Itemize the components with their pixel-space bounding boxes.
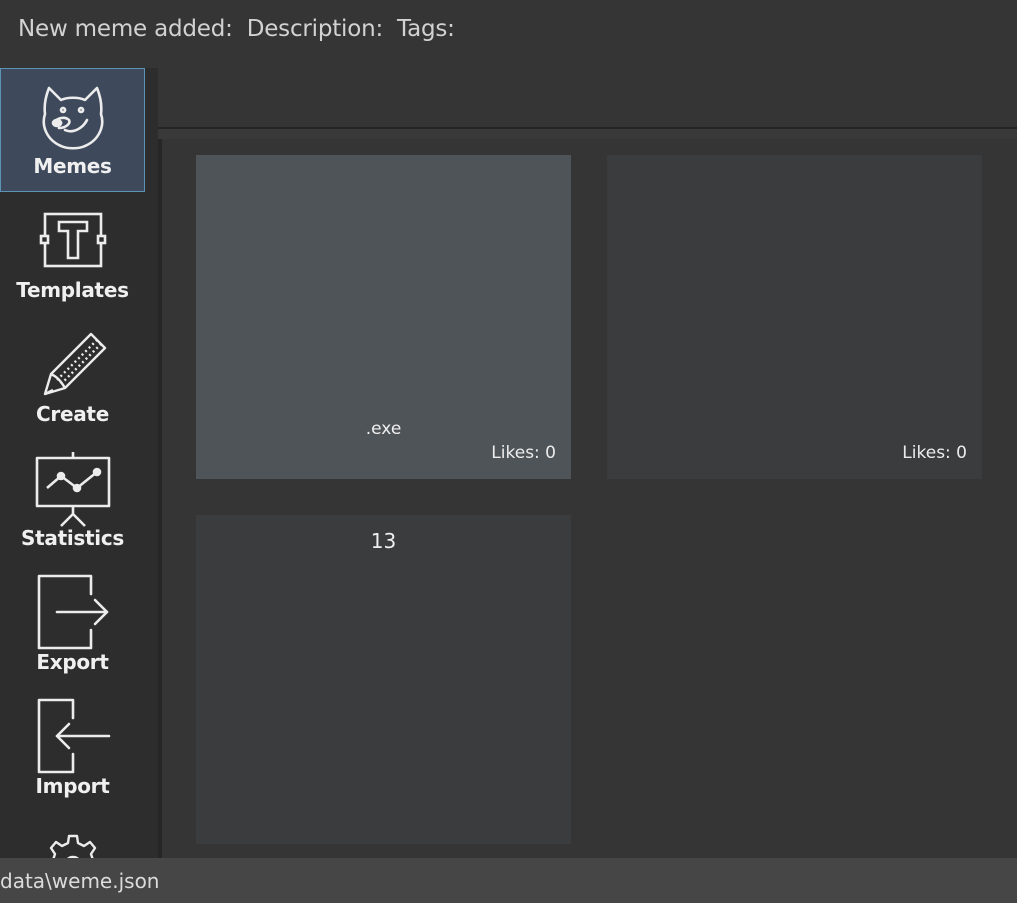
meme-card[interactable]: .exe Likes: 0 xyxy=(196,155,571,479)
tags-label: Tags: xyxy=(397,16,455,42)
sidebar-item-memes[interactable]: Memes xyxy=(0,68,145,192)
sidebar-item-create[interactable]: Create xyxy=(0,316,145,440)
pencil-icon xyxy=(33,324,113,404)
sidebar-item-export[interactable]: Export xyxy=(0,564,145,688)
text-template-icon xyxy=(33,200,113,280)
sidebar-item-label: Import xyxy=(35,774,110,798)
sidebar-item-label: Create xyxy=(36,402,109,426)
status-bar: data\weme.json xyxy=(0,858,1017,903)
description-label: Description: xyxy=(246,16,384,42)
import-icon xyxy=(33,696,113,776)
meme-title: .exe xyxy=(365,419,402,439)
sidebar: Memes Templates Create Statistics Export… xyxy=(0,68,158,858)
meme-likes: Likes: 0 xyxy=(491,443,556,463)
sidebar-item-label: Statistics xyxy=(21,526,124,550)
sidebar-item-import[interactable]: Import xyxy=(0,688,145,812)
sidebar-item-label: Memes xyxy=(33,154,112,178)
meme-card[interactable]: Likes: 0 xyxy=(607,155,982,479)
meme-title: 13 xyxy=(370,529,397,553)
sidebar-item-templates[interactable]: Templates xyxy=(0,192,145,316)
meme-likes: Likes: 0 xyxy=(902,443,967,463)
data-file-path: data\weme.json xyxy=(0,868,160,893)
meme-grid: .exe Likes: 0 Likes: 0 13 xyxy=(162,139,1017,858)
doge-icon xyxy=(33,76,113,156)
header-bar: New meme added: Description: Tags: xyxy=(0,0,1017,58)
header-divider-shadow xyxy=(145,129,1017,139)
sidebar-item-statistics[interactable]: Statistics xyxy=(0,440,145,564)
export-icon xyxy=(33,572,113,652)
chart-board-icon xyxy=(33,448,113,528)
sidebar-item-label: Templates xyxy=(16,278,129,302)
new-meme-label: New meme added: xyxy=(18,16,233,42)
meme-card[interactable]: 13 xyxy=(196,515,571,844)
sidebar-item-label: Export xyxy=(36,650,109,674)
gear-icon xyxy=(33,820,113,858)
sidebar-item-settings[interactable] xyxy=(0,812,145,858)
